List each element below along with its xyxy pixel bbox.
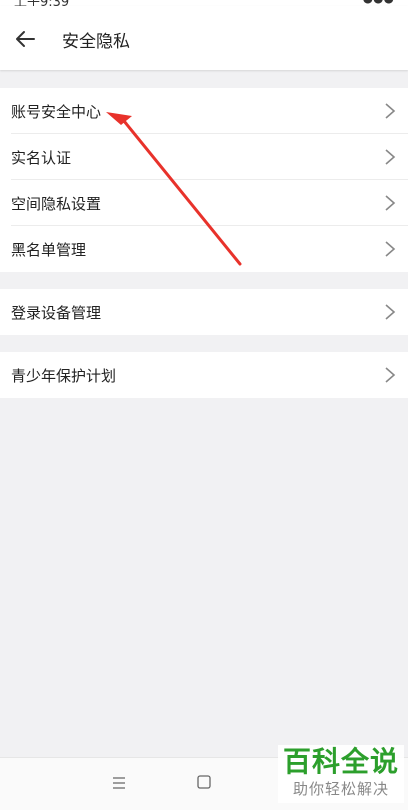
home-square-icon[interactable] (197, 775, 211, 789)
chevron-right-icon (385, 103, 396, 119)
page-title: 安全隐私 (62, 32, 130, 52)
menu-item-space-privacy-settings[interactable]: 空间隐私设置 (0, 180, 408, 226)
arrow-left-icon (16, 31, 35, 47)
menu-item-label: 实名认证 (11, 149, 72, 167)
menu-item-label: 黑名单管理 (11, 241, 87, 259)
menu-item-label: 空间隐私设置 (11, 195, 102, 213)
menu-item-login-device-management[interactable]: 登录设备管理 (0, 289, 408, 335)
menu-item-label: 账号安全中心 (11, 103, 102, 121)
settings-group-account: 账号安全中心 实名认证 空间隐私设置 黑名单管理 (0, 88, 408, 272)
watermark-subtitle: 助你轻松解决 (292, 780, 389, 798)
menu-item-youth-protection-plan[interactable]: 青少年保护计划 (0, 352, 408, 398)
chevron-right-icon (385, 241, 396, 257)
chevron-right-icon (385, 195, 396, 211)
chevron-right-icon (385, 149, 396, 165)
status-icons: ●●● (363, 0, 394, 5)
watermark-logo: 百科全说 助你轻松解决 (278, 745, 404, 803)
watermark-title: 百科全说 (282, 745, 399, 778)
menu-item-real-name-verification[interactable]: 实名认证 (0, 134, 408, 180)
settings-group-devices: 登录设备管理 (0, 289, 408, 335)
back-button[interactable] (10, 24, 40, 54)
menu-item-label: 登录设备管理 (11, 304, 102, 322)
settings-group-youth: 青少年保护计划 (0, 352, 408, 398)
menu-item-label: 青少年保护计划 (11, 367, 117, 385)
menu-item-account-security-center[interactable]: 账号安全中心 (0, 88, 408, 134)
chevron-right-icon (385, 304, 396, 320)
top-app-bar: 安全隐私 (0, 6, 408, 70)
chevron-right-icon (385, 367, 396, 383)
menu-icon[interactable] (112, 777, 126, 789)
menu-item-blacklist-management[interactable]: 黑名单管理 (0, 226, 408, 272)
